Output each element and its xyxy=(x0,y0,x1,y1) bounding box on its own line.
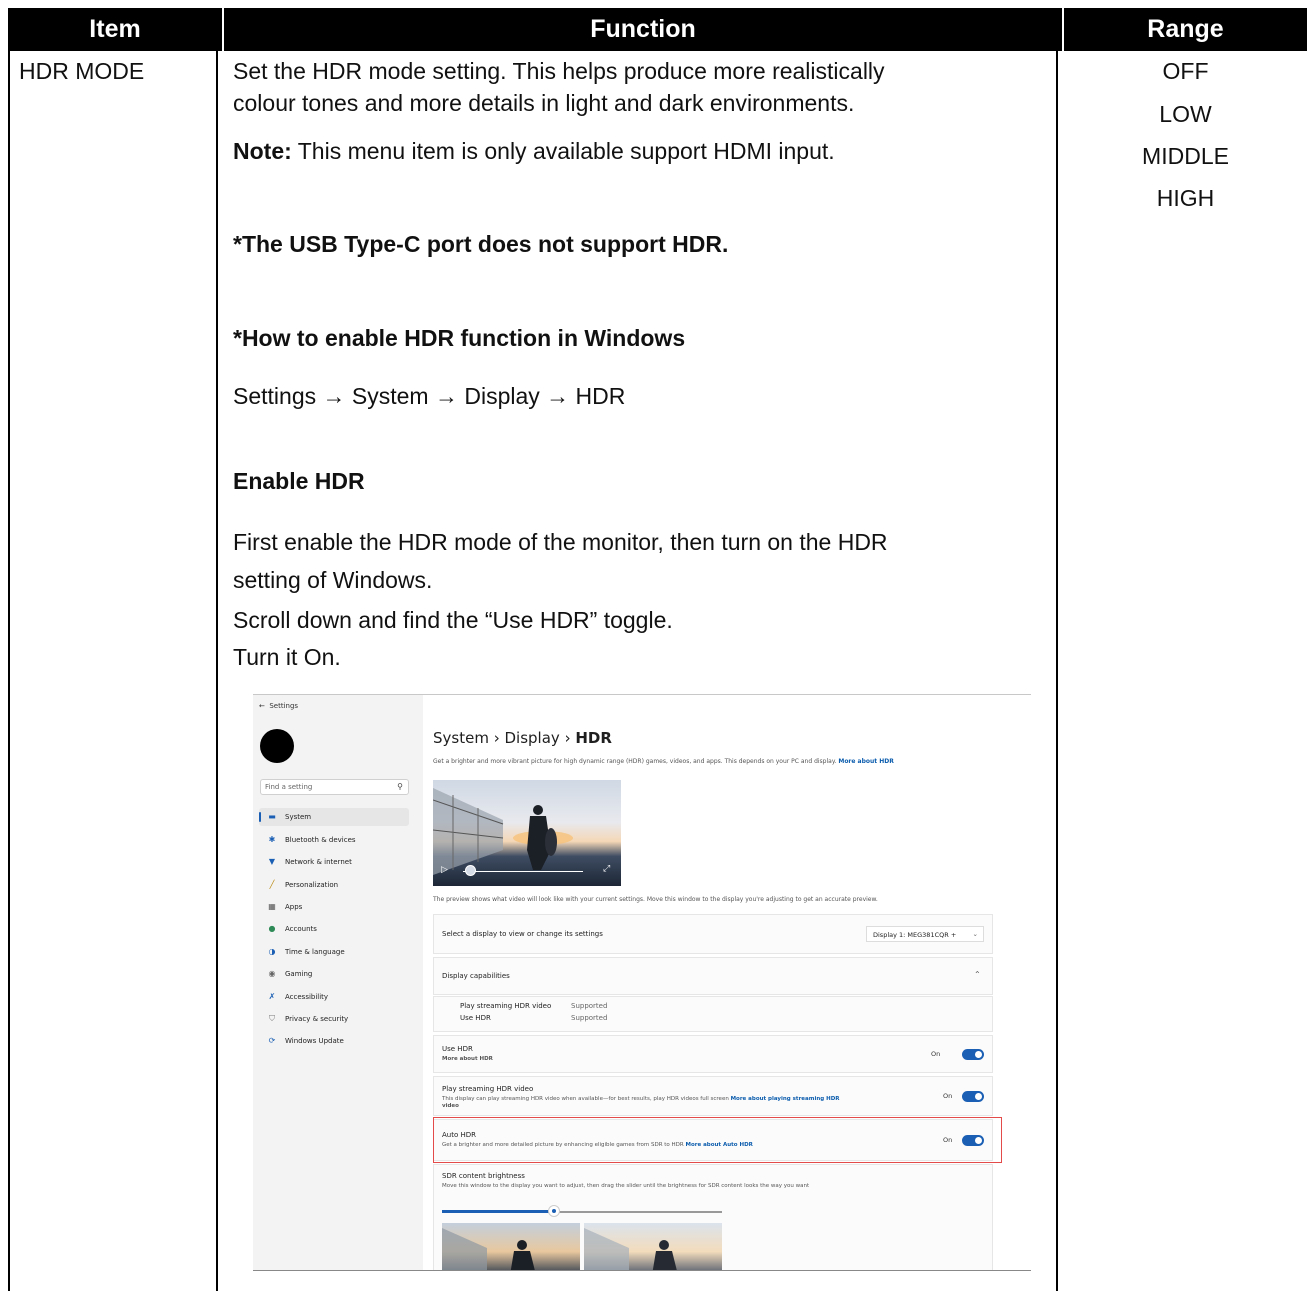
windows-settings-screenshot: ← Settings Find a setting ⚲ ▬ System ✱ B… xyxy=(253,694,1031,1271)
apps-icon: ▦ xyxy=(268,902,276,911)
window-title: ← Settings xyxy=(259,702,299,710)
sidebar-item-bluetooth[interactable]: ✱ Bluetooth & devices xyxy=(259,831,409,849)
bluetooth-icon: ✱ xyxy=(268,835,276,844)
streaming-hdr-row[interactable]: Play streaming HDR video This display ca… xyxy=(433,1076,993,1116)
streaming-hdr-toggle[interactable] xyxy=(962,1091,984,1102)
note-line: Note: This menu item is only available s… xyxy=(233,135,835,167)
sidebar-item-system[interactable]: ▬ System xyxy=(259,808,409,826)
breadcrumb: System › Display › HDR xyxy=(433,729,612,747)
use-hdr-more-link[interactable]: More about HDR xyxy=(442,1056,493,1062)
range-high: HIGH xyxy=(1156,185,1215,211)
select-display-row[interactable]: Select a display to view or change its s… xyxy=(433,914,993,954)
usbc-note: *The USB Type-C port does not support HD… xyxy=(233,231,729,257)
video-progress-track[interactable] xyxy=(463,871,583,872)
note-text: This menu item is only available support… xyxy=(291,138,835,164)
sdr-slider-knob[interactable] xyxy=(548,1205,560,1217)
more-about-hdr-link[interactable]: More about HDR xyxy=(838,758,894,765)
video-progress-knob[interactable] xyxy=(465,865,476,876)
range-low: LOW xyxy=(1159,101,1212,127)
enable-line-3: Scroll down and find the “Use HDR” toggl… xyxy=(233,607,673,633)
brush-icon: ╱ xyxy=(269,880,275,889)
avatar[interactable] xyxy=(260,729,294,763)
item-cell: HDR MODE xyxy=(19,58,145,84)
hdr-description: Get a brighter and more vibrant picture … xyxy=(433,758,894,765)
sdr-preview-right xyxy=(584,1223,722,1270)
sidebar-item-gaming[interactable]: ◉ Gaming xyxy=(259,965,409,983)
settings-path: Settings → System → Display → HDR xyxy=(233,383,626,409)
play-icon[interactable]: ▷ xyxy=(441,865,448,875)
sdr-preview-left xyxy=(442,1223,580,1270)
chevron-up-icon[interactable]: ⌃ xyxy=(974,970,981,979)
function-line-2: colour tones and more details in light a… xyxy=(233,90,855,116)
selection-indicator xyxy=(259,812,261,822)
chevron-down-icon: ⌄ xyxy=(972,930,978,938)
enable-line-1: First enable the HDR mode of the monitor… xyxy=(233,529,888,555)
sidebar-item-apps[interactable]: ▦ Apps xyxy=(259,898,409,916)
gamepad-icon: ◉ xyxy=(268,969,276,978)
table-border-left xyxy=(8,8,10,1291)
hdr-preview-video[interactable]: ▷ ⤢ xyxy=(433,780,621,886)
globe-icon: ◑ xyxy=(268,947,276,956)
table-divider-2 xyxy=(1056,8,1058,1291)
search-input[interactable]: Find a setting ⚲ xyxy=(260,779,409,795)
howto-heading: *How to enable HDR function in Windows xyxy=(233,325,686,351)
sidebar-item-privacy[interactable]: ⛉ Privacy & security xyxy=(259,1010,409,1028)
wifi-icon: ▼ xyxy=(268,857,276,866)
back-arrow-icon[interactable]: ← xyxy=(259,702,265,710)
enable-line-4: Turn it On. xyxy=(233,644,341,670)
sdr-brightness-row: SDR content brightness Move this window … xyxy=(433,1164,993,1270)
note-label: Note: xyxy=(233,138,292,164)
sidebar-item-accessibility[interactable]: ✗ Accessibility xyxy=(259,988,409,1006)
header-range: Range xyxy=(1064,8,1307,51)
use-hdr-row[interactable]: Use HDR More about HDR On xyxy=(433,1035,993,1073)
fullscreen-icon[interactable]: ⤢ xyxy=(603,864,610,874)
range-off: OFF xyxy=(1162,58,1209,84)
accessibility-icon: ✗ xyxy=(268,992,276,1001)
auto-hdr-highlight xyxy=(433,1117,1002,1163)
enable-heading: Enable HDR xyxy=(233,468,365,494)
enable-line-2: setting of Windows. xyxy=(233,567,433,593)
table-divider-1 xyxy=(216,8,218,1291)
manual-page: Item Function Range HDR MODE Set the HDR… xyxy=(0,0,1307,1291)
person-icon: ● xyxy=(268,924,276,933)
streaming-hdr-more-link[interactable]: More about playing streaming HDR xyxy=(731,1096,840,1102)
sidebar-item-time-language[interactable]: ◑ Time & language xyxy=(259,943,409,961)
sidebar-item-network[interactable]: ▼ Network & internet xyxy=(259,853,409,871)
sidebar-item-accounts[interactable]: ● Accounts xyxy=(259,920,409,938)
header-item: Item xyxy=(8,8,222,51)
header-function: Function xyxy=(224,8,1062,51)
sidebar-item-personalization[interactable]: ╱ Personalization xyxy=(259,876,409,894)
update-icon: ⟳ xyxy=(268,1036,276,1045)
preview-caption: The preview shows what video will look l… xyxy=(433,896,878,903)
display-capabilities-list: Play streaming HDR video Supported Use H… xyxy=(433,996,993,1032)
sidebar-item-windows-update[interactable]: ⟳ Windows Update xyxy=(259,1032,409,1050)
shield-icon: ⛉ xyxy=(269,1014,275,1023)
sdr-slider-fill xyxy=(442,1210,554,1213)
monitor-icon: ▬ xyxy=(268,812,276,821)
display-dropdown[interactable]: Display 1: MEG381CQR + ⌄ xyxy=(866,926,984,942)
search-icon: ⚲ xyxy=(397,782,403,791)
display-capabilities-header[interactable]: Display capabilities ⌃ xyxy=(433,957,993,995)
use-hdr-toggle[interactable] xyxy=(962,1049,984,1060)
function-line-1: Set the HDR mode setting. This helps pro… xyxy=(233,58,885,84)
range-middle: MIDDLE xyxy=(1142,143,1229,169)
